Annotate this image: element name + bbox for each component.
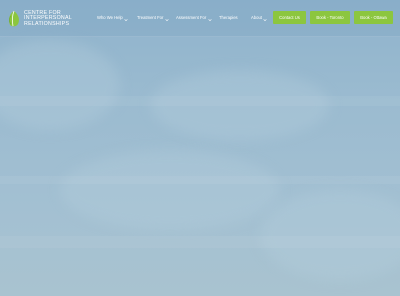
hero-texture [60,150,280,230]
nav-item-treatment-for[interactable]: Treatment For [137,13,169,23]
hero-band [0,176,400,184]
site-header: CENTRE FOR INTERPERSONAL RELATIONSHIPS W… [0,0,400,37]
hero-band [0,96,400,106]
brand-line: RELATIONSHIPS [24,20,70,27]
book-ottawa-button[interactable]: Book - Ottawa [354,11,393,24]
hero-texture [0,40,120,130]
nav-item-about[interactable]: About [251,13,268,23]
chevron-down-icon [263,16,268,22]
nav-item-label: Assessment For [176,15,207,20]
contact-us-button[interactable]: Contact Us [273,11,306,24]
nav-item-who-we-help[interactable]: Who We Help [97,13,128,23]
chevron-down-icon [208,16,212,22]
hero-band [0,236,400,248]
nav-item-label: Treatment For [137,15,164,20]
hero-texture [260,190,400,280]
leaf-logo-icon [7,10,21,28]
chevron-down-icon [124,16,128,22]
brand-name: CENTRE FOR INTERPERSONAL RELATIONSHIPS [24,10,72,28]
nav-item-label: About [251,15,262,20]
site-logo[interactable]: CENTRE FOR INTERPERSONAL RELATIONSHIPS [7,8,79,30]
nav-item-therapies[interactable]: Therapies [219,13,238,23]
chevron-down-icon [165,16,169,22]
hero-background [0,0,400,296]
nav-item-label: Therapies [219,15,238,20]
book-toronto-button[interactable]: Book - Toronto [310,11,350,24]
nav-item-label: Who We Help [97,15,123,20]
nav-item-assessment-for[interactable]: Assessment For [176,13,212,23]
